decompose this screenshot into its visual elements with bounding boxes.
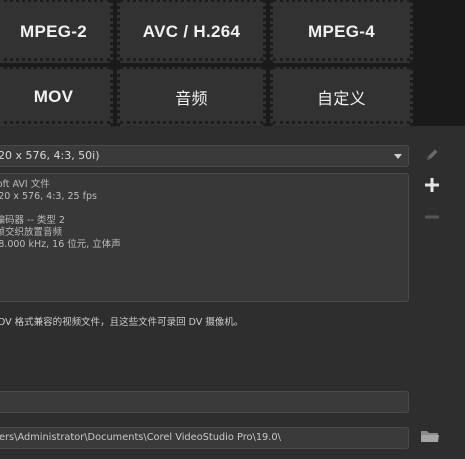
- save-path-field[interactable]: ers\Administrator\Documents\Corel VideoS…: [0, 427, 409, 449]
- file-name-field[interactable]: [0, 391, 409, 413]
- minus-icon: [425, 215, 439, 219]
- profile-info-box: osoft AVI 文件 : 720 x 576, 4:3, 25 fps 元 …: [0, 173, 409, 302]
- chevron-down-icon: [394, 154, 402, 159]
- format-tile-audio[interactable]: 音频: [117, 66, 266, 126]
- plus-icon[interactable]: [424, 177, 440, 193]
- format-tile-mpeg2[interactable]: MPEG-2: [0, 0, 113, 63]
- format-tile-mov[interactable]: MOV: [0, 66, 113, 126]
- info-line: : 720 x 576, 4:3, 25 fps: [0, 191, 97, 202]
- format-tile-avc-h264[interactable]: AVC / H.264: [117, 0, 266, 63]
- pencil-icon[interactable]: [424, 147, 440, 163]
- profile-description: DV 格式兼容的视频文件，且这些文件可录回 DV 摄像机。: [0, 317, 244, 328]
- format-tile-grid: MPEG-2 AVC / H.264 MPEG-4 MOV 音频 自定义: [0, 0, 465, 126]
- folder-icon[interactable]: [420, 428, 440, 444]
- info-line: 提编码器 -- 类型 2: [0, 215, 65, 226]
- format-tile-custom[interactable]: 自定义: [270, 66, 413, 126]
- info-line: osoft AVI 文件: [0, 179, 50, 190]
- info-line: 个帧交织放置音频: [0, 227, 63, 238]
- profile-dropdown[interactable]: 20 x 576, 4:3, 50i): [0, 145, 409, 167]
- info-line: : 48.000 kHz, 16 位元, 立体声: [0, 239, 121, 250]
- profile-dropdown-value: 20 x 576, 4:3, 50i): [0, 149, 100, 162]
- save-path-value: ers\Administrator\Documents\Corel VideoS…: [0, 432, 281, 443]
- format-tile-mpeg4[interactable]: MPEG-4: [270, 0, 413, 63]
